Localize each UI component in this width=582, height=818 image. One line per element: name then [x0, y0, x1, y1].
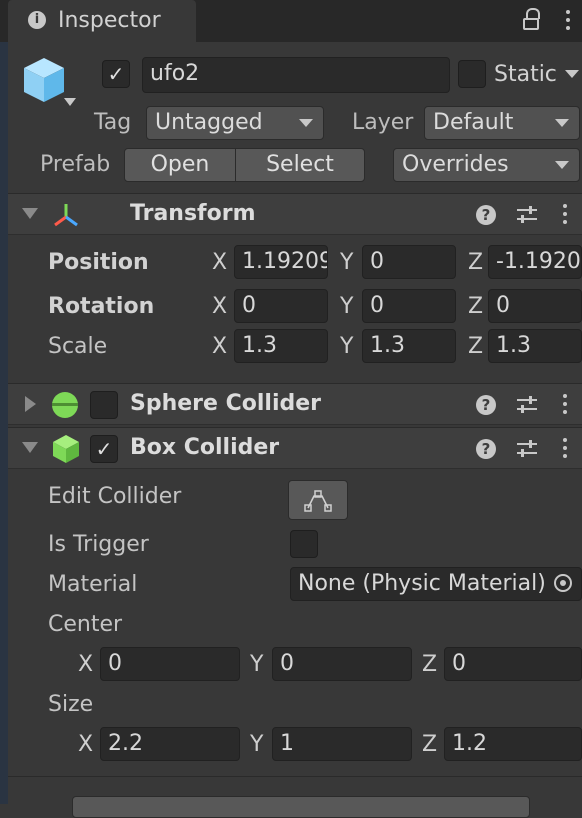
edit-collider-button[interactable] [288, 480, 348, 520]
size-z-field[interactable]: 1.2 [444, 727, 582, 761]
tag-value: Untagged [155, 110, 263, 135]
edit-collider-label: Edit Collider [48, 484, 182, 509]
sphere-collider-title: Sphere Collider [130, 391, 322, 416]
prefab-label: Prefab [40, 152, 111, 177]
transform-header[interactable]: Transform ? [8, 193, 582, 235]
position-x-axis-label[interactable]: X [212, 250, 227, 276]
size-y-field[interactable]: 1 [272, 727, 412, 761]
layer-value: Default [433, 110, 514, 135]
transform-title: Transform [130, 201, 256, 226]
tag-label: Tag [94, 110, 132, 135]
chevron-down-icon [555, 161, 569, 169]
object-picker-icon[interactable] [554, 574, 572, 592]
scale-x-axis-label[interactable]: X [212, 334, 227, 360]
center-y-axis-label[interactable]: Y [250, 652, 263, 678]
rotation-y-field[interactable]: 0 [362, 289, 456, 323]
tag-dropdown[interactable]: Untagged [146, 106, 324, 140]
scale-y-axis-label[interactable]: Y [340, 334, 353, 360]
center-x-axis-label[interactable]: X [78, 652, 93, 678]
preset-sliders-icon[interactable] [516, 205, 538, 225]
position-z-field[interactable]: -1.19209 [488, 245, 582, 279]
left-scene-strip [0, 42, 8, 804]
rotation-y-axis-label[interactable]: Y [340, 294, 353, 320]
material-field[interactable]: None (Physic Material) [290, 567, 582, 601]
prefab-select-button[interactable]: Select [235, 148, 365, 182]
component-menu-icon[interactable] [563, 394, 567, 418]
rotation-label: Rotation [48, 294, 155, 319]
position-x-field[interactable]: 1.19209 [234, 245, 328, 279]
tab-inspector[interactable]: i Inspector [8, 0, 196, 42]
layer-label: Layer [352, 110, 414, 135]
rotation-x-field[interactable]: 0 [234, 289, 328, 323]
prefab-overrides-dropdown[interactable]: Overrides [393, 148, 580, 182]
box-collider-enabled-checkbox[interactable]: ✓ [90, 435, 118, 463]
kebab-menu-icon[interactable] [566, 10, 570, 34]
size-label: Size [48, 692, 94, 717]
info-icon: i [28, 11, 46, 29]
material-label: Material [48, 572, 138, 597]
scale-label: Scale [48, 334, 108, 359]
tab-title: Inspector [58, 8, 161, 33]
component-menu-icon[interactable] [563, 438, 567, 462]
static-dropdown-caret-icon[interactable] [565, 70, 579, 78]
material-value: None (Physic Material) [298, 571, 546, 596]
rotation-x-axis-label[interactable]: X [212, 294, 227, 320]
size-x-field[interactable]: 2.2 [100, 727, 240, 761]
static-label: Static [494, 62, 557, 87]
rotation-z-field[interactable]: 0 [488, 289, 582, 323]
sphere-collider-enabled-checkbox[interactable] [90, 391, 118, 419]
position-y-axis-label[interactable]: Y [340, 250, 353, 276]
separator [8, 776, 582, 777]
position-z-axis-label[interactable]: Z [468, 250, 483, 276]
size-y-axis-label[interactable]: Y [250, 732, 263, 758]
position-label: Position [48, 250, 149, 275]
rotation-z-axis-label[interactable]: Z [468, 294, 483, 320]
transform-axes-icon [52, 202, 80, 228]
help-icon[interactable]: ? [476, 205, 496, 225]
overrides-label: Overrides [402, 152, 509, 177]
is-trigger-label: Is Trigger [48, 532, 149, 557]
add-component-button[interactable] [72, 796, 530, 818]
center-y-field[interactable]: 0 [272, 647, 412, 681]
sphere-collider-icon [52, 392, 78, 418]
center-label: Center [48, 612, 123, 637]
help-icon[interactable]: ? [476, 395, 496, 415]
sphere-collider-header[interactable]: Sphere Collider ? [8, 383, 582, 425]
chevron-down-icon [555, 119, 569, 127]
size-x-axis-label[interactable]: X [78, 732, 93, 758]
lock-icon[interactable] [523, 8, 543, 32]
box-collider-header[interactable]: ✓ Box Collider ? [8, 427, 582, 469]
scale-z-axis-label[interactable]: Z [468, 334, 483, 360]
object-name-field[interactable]: ufo2 [142, 57, 450, 93]
center-z-axis-label[interactable]: Z [422, 652, 437, 678]
is-trigger-checkbox[interactable] [290, 530, 318, 558]
edit-bounds-icon [304, 490, 332, 512]
chevron-down-icon [299, 119, 313, 127]
preset-sliders-icon[interactable] [516, 439, 538, 459]
cube-icon[interactable] [24, 56, 80, 112]
box-collider-icon [52, 434, 80, 464]
position-y-field[interactable]: 0 [362, 245, 456, 279]
help-icon[interactable]: ? [476, 439, 496, 459]
scale-y-field[interactable]: 1.3 [362, 329, 456, 363]
fold-closed-icon[interactable] [25, 396, 36, 412]
box-collider-title: Box Collider [130, 435, 280, 460]
scale-z-field[interactable]: 1.3 [488, 329, 582, 363]
fold-open-icon[interactable] [22, 442, 38, 453]
fold-open-icon[interactable] [22, 208, 38, 219]
scale-x-field[interactable]: 1.3 [234, 329, 328, 363]
layer-dropdown[interactable]: Default [424, 106, 580, 140]
component-menu-icon[interactable] [563, 204, 567, 228]
preset-sliders-icon[interactable] [516, 395, 538, 415]
object-enabled-checkbox[interactable]: ✓ [102, 60, 130, 88]
center-z-field[interactable]: 0 [444, 647, 582, 681]
prefab-open-button[interactable]: Open [124, 148, 236, 182]
size-z-axis-label[interactable]: Z [422, 732, 437, 758]
static-checkbox[interactable] [458, 60, 486, 88]
center-x-field[interactable]: 0 [100, 647, 240, 681]
